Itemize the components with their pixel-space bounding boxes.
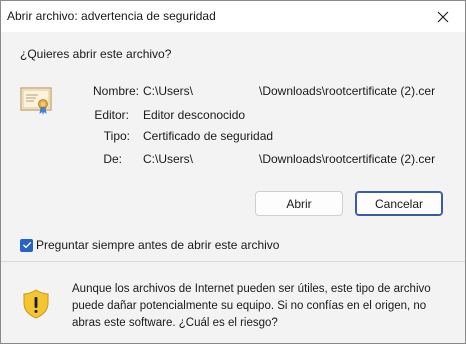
always-ask-checkbox[interactable]	[20, 238, 33, 252]
title-bar: Abrir archivo: advertencia de seguridad	[1, 1, 465, 32]
detail-row-name: Nombre: C:\Users\ \Downloads\rootcertifi…	[1, 84, 465, 100]
checkmark-icon	[22, 242, 31, 249]
close-button[interactable]	[421, 1, 465, 32]
detail-row-from: De: C:\Users\ \Downloads\rootcertificate…	[1, 152, 465, 168]
question-text: ¿Quieres abrir este archivo?	[20, 47, 172, 61]
warning-text: Aunque los archivos de Internet pueden s…	[72, 281, 457, 332]
warning-panel: Aunque los archivos de Internet pueden s…	[1, 262, 465, 343]
warning-shield-icon	[23, 289, 49, 319]
always-ask-label: Preguntar siempre antes de abrir este ar…	[36, 238, 280, 252]
name-value-suffix: \Downloads\rootcertificate (2).cer	[259, 84, 436, 98]
window-title: Abrir archivo: advertencia de seguridad	[7, 9, 216, 23]
from-value-suffix: \Downloads\rootcertificate (2).cer	[259, 152, 436, 166]
close-icon	[437, 11, 449, 22]
detail-row-type: Tipo: Certificado de seguridad	[1, 129, 465, 145]
always-ask-option[interactable]: Preguntar siempre antes de abrir este ar…	[20, 237, 279, 253]
publisher-label: Editor:	[94, 108, 129, 122]
publisher-value: Editor desconocido	[143, 108, 246, 122]
open-button[interactable]: Abrir	[255, 191, 343, 216]
name-label: Nombre:	[92, 84, 139, 98]
type-value: Certificado de seguridad	[143, 129, 274, 143]
name-value-prefix: C:\Users\	[143, 84, 194, 98]
cancel-button[interactable]: Cancelar	[355, 191, 443, 216]
from-value-prefix: C:\Users\	[143, 152, 194, 166]
detail-row-publisher: Editor: Editor desconocido	[1, 108, 465, 124]
risk-link[interactable]: ¿Cuál es el riesgo?	[179, 317, 278, 329]
security-warning-dialog: Abrir archivo: advertencia de seguridad …	[0, 0, 466, 344]
from-label: De:	[103, 152, 122, 166]
type-label: Tipo:	[103, 129, 130, 143]
